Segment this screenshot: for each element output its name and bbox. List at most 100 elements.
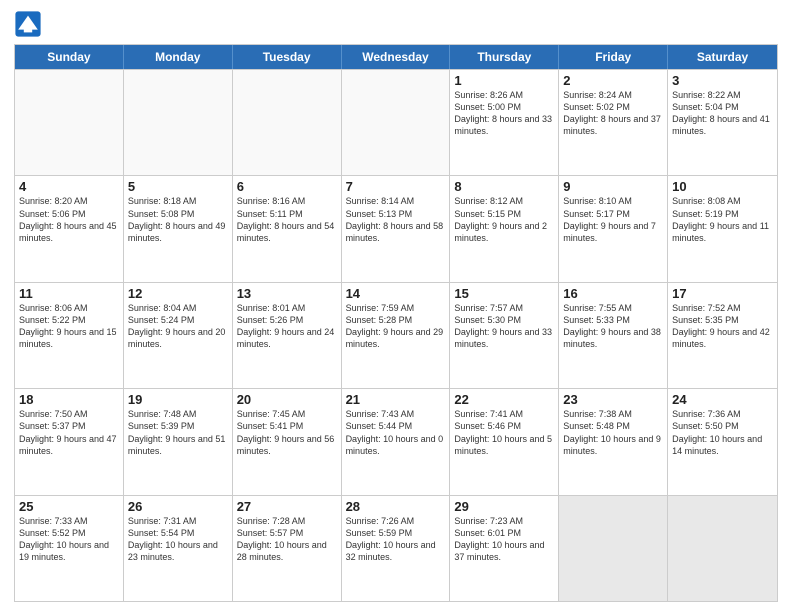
calendar: SundayMondayTuesdayWednesdayThursdayFrid…: [14, 44, 778, 602]
calendar-header-row: SundayMondayTuesdayWednesdayThursdayFrid…: [15, 45, 777, 69]
day-number: 5: [128, 179, 228, 194]
day-number: 18: [19, 392, 119, 407]
day-info: Sunrise: 8:16 AM Sunset: 5:11 PM Dayligh…: [237, 195, 337, 244]
logo: [14, 10, 46, 38]
day-info: Sunrise: 7:43 AM Sunset: 5:44 PM Dayligh…: [346, 408, 446, 457]
day-number: 14: [346, 286, 446, 301]
day-info: Sunrise: 8:14 AM Sunset: 5:13 PM Dayligh…: [346, 195, 446, 244]
day-number: 25: [19, 499, 119, 514]
calendar-body: 1Sunrise: 8:26 AM Sunset: 5:00 PM Daylig…: [15, 69, 777, 601]
cal-cell: [668, 496, 777, 601]
day-number: 19: [128, 392, 228, 407]
week-row-0: 1Sunrise: 8:26 AM Sunset: 5:00 PM Daylig…: [15, 69, 777, 175]
day-info: Sunrise: 7:31 AM Sunset: 5:54 PM Dayligh…: [128, 515, 228, 564]
cal-cell: [233, 70, 342, 175]
cal-cell: 9Sunrise: 8:10 AM Sunset: 5:17 PM Daylig…: [559, 176, 668, 281]
cal-cell: 8Sunrise: 8:12 AM Sunset: 5:15 PM Daylig…: [450, 176, 559, 281]
day-number: 4: [19, 179, 119, 194]
day-info: Sunrise: 7:33 AM Sunset: 5:52 PM Dayligh…: [19, 515, 119, 564]
day-number: 27: [237, 499, 337, 514]
day-info: Sunrise: 8:06 AM Sunset: 5:22 PM Dayligh…: [19, 302, 119, 351]
cal-cell: 10Sunrise: 8:08 AM Sunset: 5:19 PM Dayli…: [668, 176, 777, 281]
day-info: Sunrise: 7:28 AM Sunset: 5:57 PM Dayligh…: [237, 515, 337, 564]
day-info: Sunrise: 7:57 AM Sunset: 5:30 PM Dayligh…: [454, 302, 554, 351]
day-info: Sunrise: 7:41 AM Sunset: 5:46 PM Dayligh…: [454, 408, 554, 457]
cal-cell: 24Sunrise: 7:36 AM Sunset: 5:50 PM Dayli…: [668, 389, 777, 494]
header-day-thursday: Thursday: [450, 45, 559, 69]
cal-cell: 18Sunrise: 7:50 AM Sunset: 5:37 PM Dayli…: [15, 389, 124, 494]
cal-cell: 6Sunrise: 8:16 AM Sunset: 5:11 PM Daylig…: [233, 176, 342, 281]
day-info: Sunrise: 8:08 AM Sunset: 5:19 PM Dayligh…: [672, 195, 773, 244]
cal-cell: 4Sunrise: 8:20 AM Sunset: 5:06 PM Daylig…: [15, 176, 124, 281]
cal-cell: [559, 496, 668, 601]
day-number: 3: [672, 73, 773, 88]
day-info: Sunrise: 7:48 AM Sunset: 5:39 PM Dayligh…: [128, 408, 228, 457]
day-number: 10: [672, 179, 773, 194]
day-number: 2: [563, 73, 663, 88]
day-info: Sunrise: 8:22 AM Sunset: 5:04 PM Dayligh…: [672, 89, 773, 138]
cal-cell: 17Sunrise: 7:52 AM Sunset: 5:35 PM Dayli…: [668, 283, 777, 388]
logo-icon: [14, 10, 42, 38]
day-number: 21: [346, 392, 446, 407]
day-number: 7: [346, 179, 446, 194]
cal-cell: 2Sunrise: 8:24 AM Sunset: 5:02 PM Daylig…: [559, 70, 668, 175]
day-number: 23: [563, 392, 663, 407]
cal-cell: [15, 70, 124, 175]
cal-cell: 7Sunrise: 8:14 AM Sunset: 5:13 PM Daylig…: [342, 176, 451, 281]
cal-cell: [124, 70, 233, 175]
day-info: Sunrise: 7:23 AM Sunset: 6:01 PM Dayligh…: [454, 515, 554, 564]
cal-cell: 20Sunrise: 7:45 AM Sunset: 5:41 PM Dayli…: [233, 389, 342, 494]
day-number: 1: [454, 73, 554, 88]
day-number: 17: [672, 286, 773, 301]
cal-cell: 29Sunrise: 7:23 AM Sunset: 6:01 PM Dayli…: [450, 496, 559, 601]
cal-cell: 14Sunrise: 7:59 AM Sunset: 5:28 PM Dayli…: [342, 283, 451, 388]
cal-cell: 5Sunrise: 8:18 AM Sunset: 5:08 PM Daylig…: [124, 176, 233, 281]
day-number: 9: [563, 179, 663, 194]
cal-cell: 26Sunrise: 7:31 AM Sunset: 5:54 PM Dayli…: [124, 496, 233, 601]
cal-cell: 11Sunrise: 8:06 AM Sunset: 5:22 PM Dayli…: [15, 283, 124, 388]
day-info: Sunrise: 8:04 AM Sunset: 5:24 PM Dayligh…: [128, 302, 228, 351]
cal-cell: 21Sunrise: 7:43 AM Sunset: 5:44 PM Dayli…: [342, 389, 451, 494]
week-row-1: 4Sunrise: 8:20 AM Sunset: 5:06 PM Daylig…: [15, 175, 777, 281]
day-info: Sunrise: 8:24 AM Sunset: 5:02 PM Dayligh…: [563, 89, 663, 138]
cal-cell: 1Sunrise: 8:26 AM Sunset: 5:00 PM Daylig…: [450, 70, 559, 175]
cal-cell: 12Sunrise: 8:04 AM Sunset: 5:24 PM Dayli…: [124, 283, 233, 388]
day-number: 12: [128, 286, 228, 301]
day-info: Sunrise: 7:50 AM Sunset: 5:37 PM Dayligh…: [19, 408, 119, 457]
week-row-3: 18Sunrise: 7:50 AM Sunset: 5:37 PM Dayli…: [15, 388, 777, 494]
day-number: 28: [346, 499, 446, 514]
cal-cell: 13Sunrise: 8:01 AM Sunset: 5:26 PM Dayli…: [233, 283, 342, 388]
cal-cell: 15Sunrise: 7:57 AM Sunset: 5:30 PM Dayli…: [450, 283, 559, 388]
header-day-saturday: Saturday: [668, 45, 777, 69]
day-number: 20: [237, 392, 337, 407]
cal-cell: 23Sunrise: 7:38 AM Sunset: 5:48 PM Dayli…: [559, 389, 668, 494]
header-day-monday: Monday: [124, 45, 233, 69]
day-info: Sunrise: 7:59 AM Sunset: 5:28 PM Dayligh…: [346, 302, 446, 351]
header-day-wednesday: Wednesday: [342, 45, 451, 69]
day-info: Sunrise: 8:10 AM Sunset: 5:17 PM Dayligh…: [563, 195, 663, 244]
week-row-2: 11Sunrise: 8:06 AM Sunset: 5:22 PM Dayli…: [15, 282, 777, 388]
cal-cell: 3Sunrise: 8:22 AM Sunset: 5:04 PM Daylig…: [668, 70, 777, 175]
cal-cell: 25Sunrise: 7:33 AM Sunset: 5:52 PM Dayli…: [15, 496, 124, 601]
header-day-sunday: Sunday: [15, 45, 124, 69]
day-info: Sunrise: 7:26 AM Sunset: 5:59 PM Dayligh…: [346, 515, 446, 564]
day-info: Sunrise: 7:55 AM Sunset: 5:33 PM Dayligh…: [563, 302, 663, 351]
week-row-4: 25Sunrise: 7:33 AM Sunset: 5:52 PM Dayli…: [15, 495, 777, 601]
day-info: Sunrise: 8:01 AM Sunset: 5:26 PM Dayligh…: [237, 302, 337, 351]
day-number: 22: [454, 392, 554, 407]
day-number: 16: [563, 286, 663, 301]
day-info: Sunrise: 7:52 AM Sunset: 5:35 PM Dayligh…: [672, 302, 773, 351]
day-number: 11: [19, 286, 119, 301]
day-info: Sunrise: 8:12 AM Sunset: 5:15 PM Dayligh…: [454, 195, 554, 244]
header: [14, 10, 778, 38]
header-day-tuesday: Tuesday: [233, 45, 342, 69]
day-number: 8: [454, 179, 554, 194]
day-number: 24: [672, 392, 773, 407]
page: SundayMondayTuesdayWednesdayThursdayFrid…: [0, 0, 792, 612]
cal-cell: [342, 70, 451, 175]
day-info: Sunrise: 7:38 AM Sunset: 5:48 PM Dayligh…: [563, 408, 663, 457]
day-number: 29: [454, 499, 554, 514]
day-info: Sunrise: 8:20 AM Sunset: 5:06 PM Dayligh…: [19, 195, 119, 244]
day-number: 6: [237, 179, 337, 194]
cal-cell: 16Sunrise: 7:55 AM Sunset: 5:33 PM Dayli…: [559, 283, 668, 388]
